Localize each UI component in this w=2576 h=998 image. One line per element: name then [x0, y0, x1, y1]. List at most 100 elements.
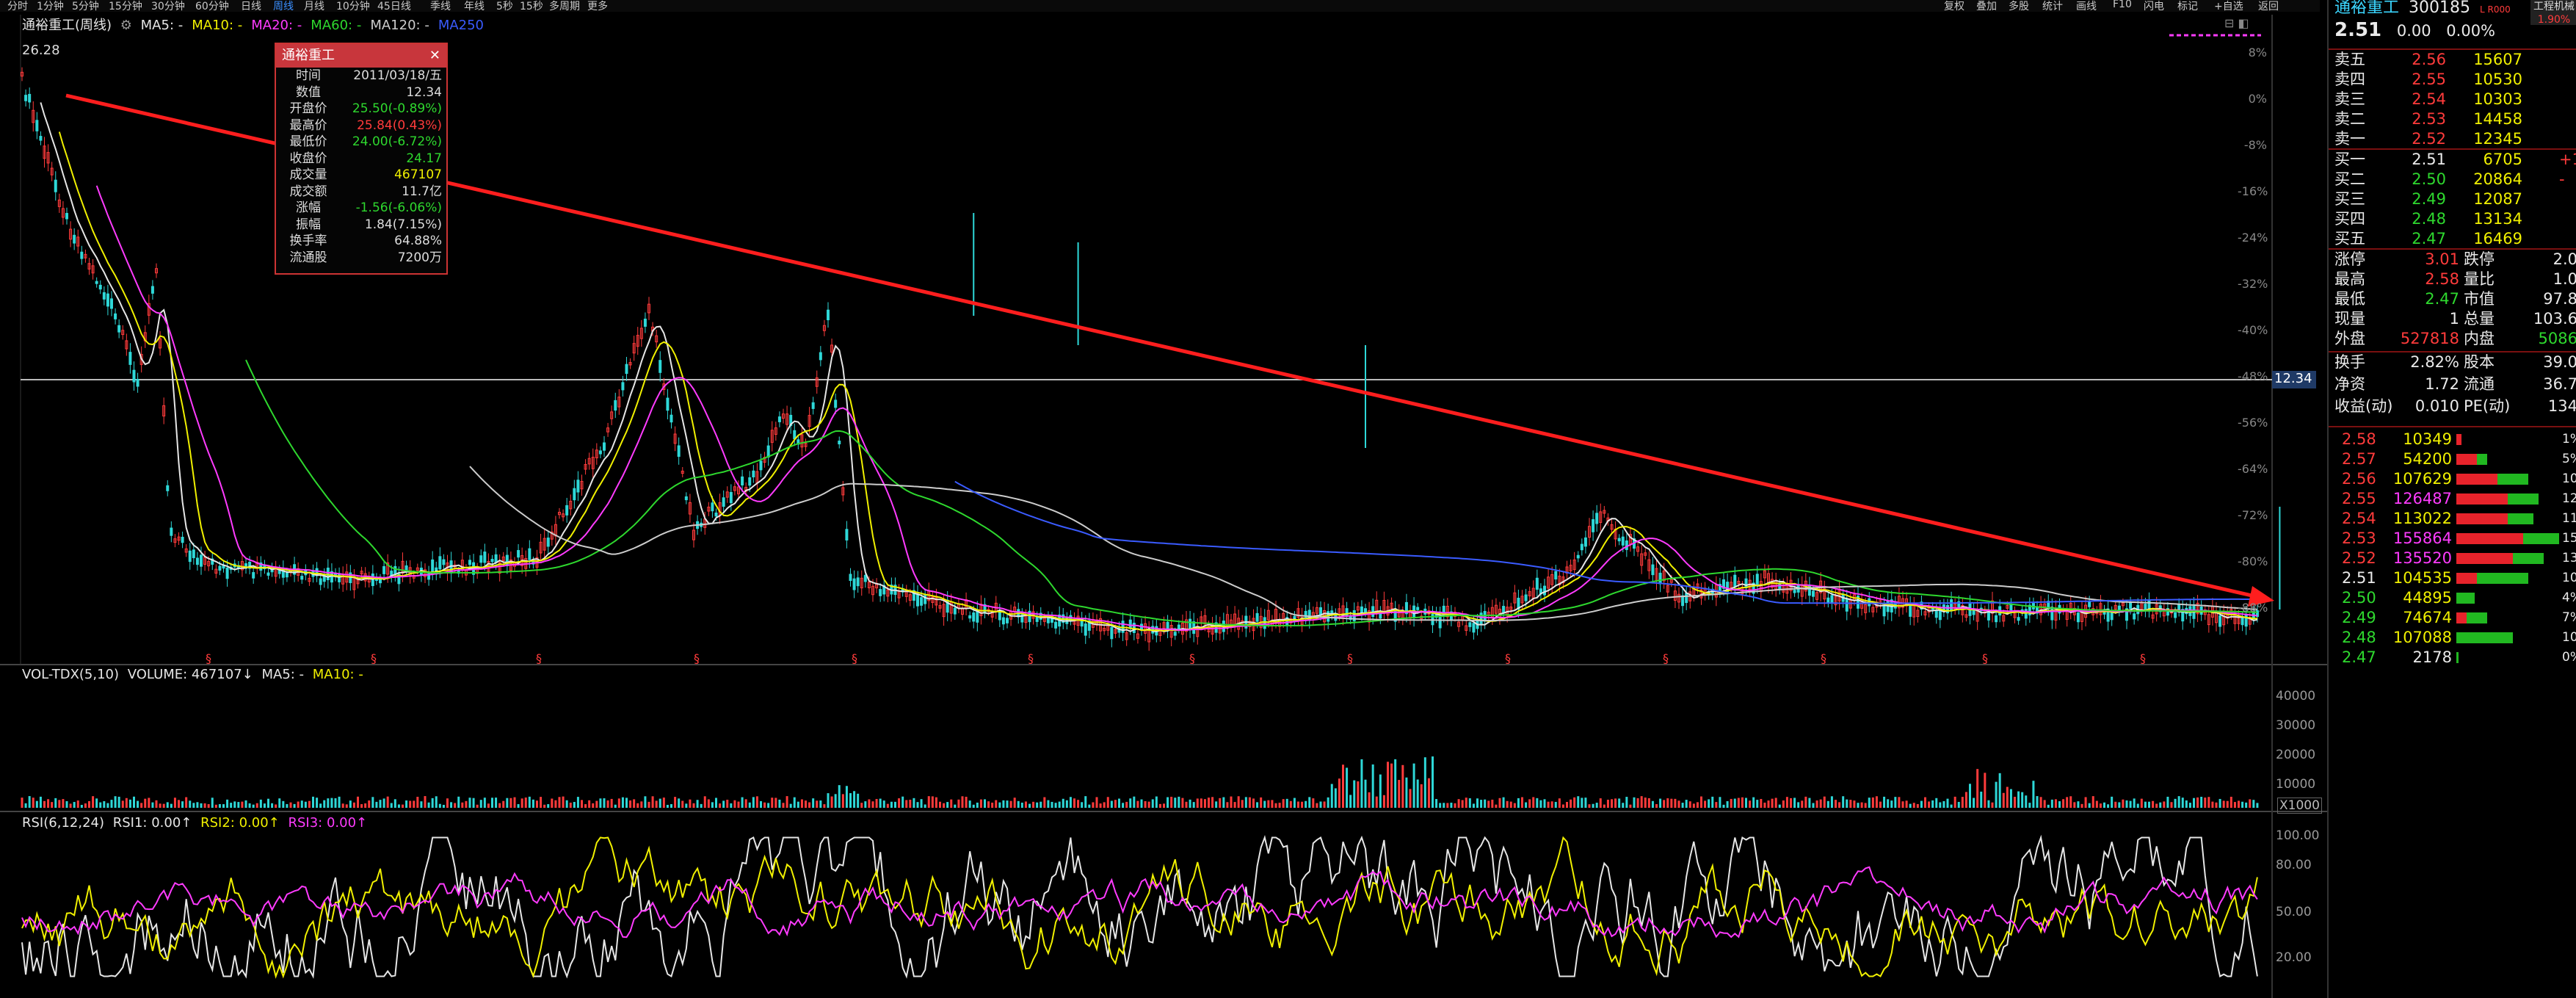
- book-row[interactable]: 卖四 2.55 10530: [2334, 70, 2576, 90]
- ladder-row[interactable]: 2.54 113022 11%: [2334, 509, 2576, 529]
- tool-button[interactable]: F10: [2113, 0, 2132, 10]
- book-volume: 10530: [2473, 70, 2522, 88]
- ma-legend-item: MA120: -: [370, 18, 429, 33]
- timeframe-tab[interactable]: 30分钟: [151, 0, 185, 13]
- popup-row-value: 25.50(-0.89%): [352, 101, 442, 116]
- rsi-lines: [21, 834, 2258, 979]
- event-marker-icon[interactable]: §: [694, 651, 700, 665]
- ladder-row[interactable]: 2.49 74674 7%: [2334, 608, 2576, 628]
- ladder-row[interactable]: 2.51 104535 10%: [2334, 568, 2576, 588]
- timeframe-tab[interactable]: 多周期: [549, 0, 580, 13]
- ladder-row[interactable]: 2.48 107088 10%: [2334, 628, 2576, 648]
- high-price-label: 26.28: [22, 43, 60, 58]
- tool-button[interactable]: 闪电: [2144, 0, 2164, 13]
- stat-value: 5086: [2538, 330, 2576, 347]
- timeframe-tab[interactable]: 15分钟: [109, 0, 142, 13]
- event-marker-icon[interactable]: §: [1347, 651, 1353, 665]
- timeframe-tab[interactable]: 60分钟: [195, 0, 229, 13]
- event-marker-icon[interactable]: §: [1982, 651, 1988, 665]
- ladder-bar-green: [2456, 593, 2475, 604]
- rsi-axis-label: 100.00: [2276, 828, 2320, 843]
- stat-value: 2.58: [2425, 270, 2459, 288]
- ladder-volume: 74674: [2403, 609, 2452, 626]
- ladder-row[interactable]: 2.56 107629 10%: [2334, 469, 2576, 489]
- event-marker-icon[interactable]: §: [852, 651, 857, 665]
- ma-legend-item: MA250: [438, 18, 485, 33]
- book-volume: 15607: [2473, 51, 2522, 68]
- tool-button[interactable]: 复权: [1944, 0, 1964, 13]
- percent-axis-label: -32%: [2238, 277, 2268, 291]
- book-row[interactable]: 卖二 2.53 14458: [2334, 109, 2576, 129]
- book-row[interactable]: 买五 2.47 16469: [2334, 229, 2576, 249]
- ladder-row[interactable]: 2.55 126487 12%: [2334, 489, 2576, 509]
- ladder-price: 2.53: [2342, 529, 2376, 547]
- timeframe-tab[interactable]: 月线: [304, 0, 324, 13]
- book-row[interactable]: 卖五 2.56 15607: [2334, 50, 2576, 70]
- ladder-price: 2.55: [2342, 490, 2376, 507]
- rsi-axis-label: 50.00: [2276, 905, 2312, 919]
- ladder-bar: [2456, 493, 2559, 505]
- book-row[interactable]: 买四 2.48 13134: [2334, 209, 2576, 229]
- ladder-bar: [2456, 632, 2559, 643]
- popup-row: 时间 2011/03/18/五: [276, 68, 446, 84]
- event-marker-icon[interactable]: §: [1028, 651, 1034, 665]
- tool-button[interactable]: +自选: [2214, 0, 2243, 13]
- popup-row-value: 24.17: [406, 151, 442, 166]
- book-extra: -: [2559, 170, 2565, 188]
- book-row[interactable]: 买二 2.50 20864 -: [2334, 170, 2576, 189]
- ladder-pct: 13%: [2562, 551, 2576, 565]
- stat-label: 股本: [2464, 353, 2495, 371]
- tool-button[interactable]: 标记: [2177, 0, 2198, 13]
- sector-tag[interactable]: 工程机械 1.90%: [2530, 0, 2576, 26]
- tool-button[interactable]: 叠加: [1976, 0, 1997, 13]
- tool-button[interactable]: 多股: [2009, 0, 2029, 13]
- timeframe-tab[interactable]: 5分钟: [72, 0, 99, 13]
- ladder-row[interactable]: 2.58 10349 1%: [2334, 430, 2576, 449]
- ladder-bar: [2456, 434, 2559, 445]
- event-marker-icon[interactable]: §: [206, 651, 211, 665]
- timeframe-tab[interactable]: 10分钟: [336, 0, 370, 13]
- tool-button[interactable]: 画线: [2076, 0, 2097, 13]
- ladder-row[interactable]: 2.47 2178 0%: [2334, 648, 2576, 668]
- tool-button[interactable]: 返回: [2258, 0, 2279, 13]
- timeframe-tab[interactable]: 更多: [587, 0, 608, 13]
- event-marker-icon[interactable]: §: [536, 651, 542, 665]
- ladder-bar-green: [2508, 493, 2539, 505]
- event-marker-icon[interactable]: §: [1189, 651, 1195, 665]
- book-row[interactable]: 买三 2.49 12087: [2334, 189, 2576, 209]
- book-price: 2.54: [2412, 90, 2446, 108]
- timeframe-tab[interactable]: 周线: [273, 0, 294, 13]
- data-window-popup[interactable]: 通裕重工 ✕ 时间 2011/03/18/五 数值 12.34 开盘价 25.50(-0.…: [275, 43, 448, 275]
- timeframe-tab[interactable]: 季线: [430, 0, 451, 13]
- ladder-pct: 7%: [2562, 610, 2576, 625]
- sector-tag-pct: 1.90%: [2537, 14, 2571, 26]
- timeframe-tab[interactable]: 5秒: [496, 0, 513, 13]
- timeframe-tab[interactable]: 分时: [7, 0, 28, 13]
- ladder-row[interactable]: 2.52 135520 13%: [2334, 549, 2576, 568]
- event-marker-icon[interactable]: §: [2140, 651, 2146, 665]
- chart-settings-icon[interactable]: ⚙: [120, 18, 132, 33]
- ladder-pct: 11%: [2562, 511, 2576, 526]
- stat-row: 涨停 3.01 跌停 2.0: [2334, 250, 2576, 270]
- tool-button[interactable]: 统计: [2042, 0, 2063, 13]
- event-marker-icon[interactable]: §: [371, 651, 377, 665]
- ladder-row[interactable]: 2.53 155864 15%: [2334, 529, 2576, 549]
- timeframe-tab[interactable]: 1分钟: [37, 0, 64, 13]
- ladder-row[interactable]: 2.57 54200 5%: [2334, 449, 2576, 469]
- event-marker-icon[interactable]: §: [1505, 651, 1511, 665]
- book-row[interactable]: 卖一 2.52 12345: [2334, 129, 2576, 149]
- ladder-row[interactable]: 2.50 44895 4%: [2334, 588, 2576, 608]
- stat-value: 134: [2547, 397, 2576, 415]
- book-row[interactable]: 买一 2.51 6705 +1: [2334, 150, 2576, 170]
- timeframe-tab[interactable]: 年线: [464, 0, 485, 13]
- volume-value: VOLUME: 467107↓: [127, 667, 253, 682]
- book-row[interactable]: 卖三 2.54 10303: [2334, 90, 2576, 109]
- event-marker-icon[interactable]: §: [1821, 651, 1826, 665]
- close-icon[interactable]: ✕: [429, 44, 440, 68]
- timeframe-tab[interactable]: 15秒: [520, 0, 543, 13]
- event-marker-icon[interactable]: §: [1663, 651, 1669, 665]
- window-controls[interactable]: ⊟ ◧: [2224, 16, 2249, 30]
- ladder-pct: 10%: [2562, 630, 2576, 645]
- timeframe-tab[interactable]: 45日线: [377, 0, 411, 13]
- timeframe-tab[interactable]: 日线: [241, 0, 261, 13]
